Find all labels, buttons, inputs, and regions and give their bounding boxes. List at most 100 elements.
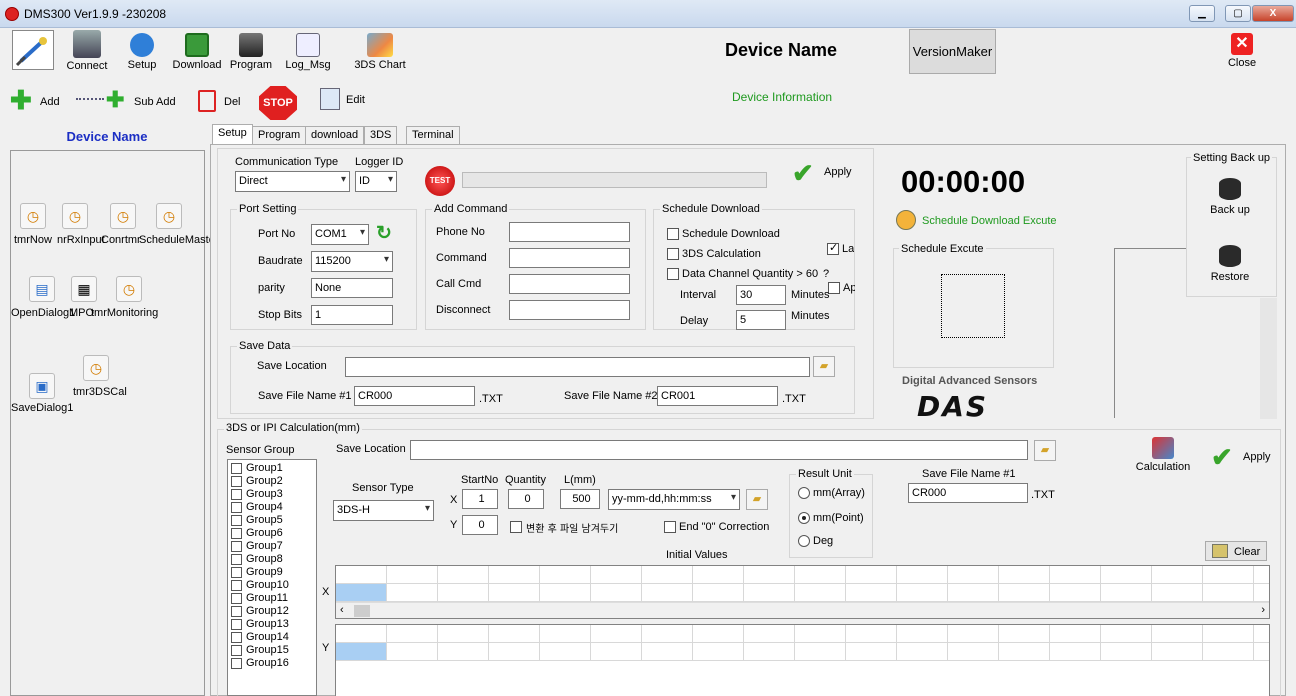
grid-cell[interactable]: [1152, 643, 1203, 661]
sensor-group-checkbox[interactable]: [231, 645, 242, 656]
grid-cell[interactable]: [999, 643, 1050, 661]
end-correction-checkbox[interactable]: [664, 521, 676, 533]
scroll-thumb[interactable]: [354, 605, 370, 617]
stop-bits-field[interactable]: [311, 305, 393, 325]
folder-icon[interactable]: ▰: [813, 356, 835, 377]
grid-cell[interactable]: [897, 566, 948, 584]
grid-cell[interactable]: [387, 625, 438, 643]
sensor-group-checkbox[interactable]: [231, 489, 242, 500]
grid-cell[interactable]: [489, 584, 540, 602]
grid-cell[interactable]: [897, 625, 948, 643]
grid-cell[interactable]: [387, 643, 438, 661]
grid-cell[interactable]: [1152, 584, 1203, 602]
grid-cell[interactable]: [999, 625, 1050, 643]
mpo-icon[interactable]: ▦: [71, 276, 97, 302]
sensor-group-checkbox[interactable]: [231, 554, 242, 565]
tab-download[interactable]: download: [305, 126, 365, 144]
stop-button[interactable]: STOP: [259, 86, 297, 120]
calculation-button[interactable]: Calculation: [1135, 437, 1191, 477]
grid-cell[interactable]: [846, 584, 897, 602]
download-button[interactable]: Download: [170, 30, 224, 71]
grid-cell[interactable]: [1254, 566, 1269, 584]
grid-cell[interactable]: [846, 566, 897, 584]
grid-cell[interactable]: [1101, 584, 1152, 602]
grid-cell[interactable]: [948, 625, 999, 643]
grid-cell[interactable]: [336, 625, 387, 643]
tab-setup[interactable]: Setup: [212, 124, 253, 145]
sensor-group-checkbox[interactable]: [231, 567, 242, 578]
grid-cell[interactable]: [1203, 643, 1254, 661]
x-grid-horizontal-scrollbar[interactable]: ‹ ›: [336, 602, 1269, 618]
grid-cell[interactable]: [540, 584, 591, 602]
log-msg-button[interactable]: Log_Msg: [282, 30, 334, 71]
program-button[interactable]: Program: [228, 30, 274, 71]
help-mark[interactable]: ?: [823, 268, 829, 280]
grid-cell[interactable]: [795, 566, 846, 584]
save-file1-field[interactable]: [354, 386, 475, 406]
sensor-group-checkbox[interactable]: [231, 541, 242, 552]
save-file2-field[interactable]: [657, 386, 778, 406]
grid-cell[interactable]: [642, 625, 693, 643]
grid-cell[interactable]: [540, 625, 591, 643]
3ds-chart-button[interactable]: 3DS Chart: [350, 30, 410, 71]
grid-cell[interactable]: [591, 566, 642, 584]
grid-cell[interactable]: [897, 643, 948, 661]
calc-save-file-field[interactable]: [908, 483, 1028, 503]
grid-cell[interactable]: [795, 643, 846, 661]
clear-button[interactable]: Clear: [1205, 541, 1267, 561]
grid-cell[interactable]: [744, 584, 795, 602]
last-checkbox[interactable]: [827, 241, 839, 255]
initial-values-y-grid[interactable]: [335, 624, 1270, 696]
save-dialog-icon[interactable]: ▣: [29, 373, 55, 399]
y-startno-field[interactable]: [462, 515, 498, 535]
deg-radio[interactable]: [798, 535, 810, 547]
tab-3ds[interactable]: 3DS: [364, 126, 398, 144]
grid-cell[interactable]: [438, 625, 489, 643]
sensor-group-checkbox[interactable]: [231, 606, 242, 617]
grid-cell[interactable]: [1203, 584, 1254, 602]
maximize-button[interactable]: ▢: [1225, 5, 1251, 22]
sensor-group-checkbox[interactable]: [231, 658, 242, 669]
grid-cell[interactable]: [387, 584, 438, 602]
tab-program[interactable]: Program: [252, 126, 307, 144]
grid-cell[interactable]: [999, 566, 1050, 584]
grid-cell[interactable]: [336, 566, 387, 584]
grid-cell[interactable]: [438, 566, 489, 584]
phone-no-field[interactable]: [509, 222, 630, 242]
grid-cell[interactable]: [642, 566, 693, 584]
sensor-group-checkbox[interactable]: [231, 632, 242, 643]
mm-point-radio[interactable]: [798, 512, 810, 524]
grid-cell[interactable]: [744, 566, 795, 584]
connect-button[interactable]: Connect: [64, 30, 110, 72]
grid-cell[interactable]: [999, 584, 1050, 602]
timer-icon[interactable]: ◷: [62, 203, 88, 229]
grid-cell[interactable]: [336, 584, 387, 602]
scroll-left-arrow[interactable]: ‹: [340, 604, 344, 616]
refresh-icon[interactable]: ↻: [376, 222, 392, 245]
sensor-group-checkbox[interactable]: [231, 502, 242, 513]
grid-cell[interactable]: [846, 643, 897, 661]
grid-cell[interactable]: [438, 643, 489, 661]
window-close-button[interactable]: X: [1252, 5, 1294, 22]
interval-field[interactable]: [736, 285, 786, 305]
grid-cell[interactable]: [795, 584, 846, 602]
sub-add-button[interactable]: ✚ Sub Add: [76, 87, 176, 113]
sensor-group-checkbox[interactable]: [231, 528, 242, 539]
grid-cell[interactable]: [897, 584, 948, 602]
minimize-button[interactable]: ▁: [1189, 5, 1215, 22]
grid-cell[interactable]: [540, 643, 591, 661]
calc-save-location-field[interactable]: [410, 440, 1028, 460]
schedule-download-execute-link[interactable]: Schedule Download Excute: [922, 215, 1057, 227]
grid-cell[interactable]: [336, 643, 387, 661]
connect-plug-button[interactable]: [12, 30, 54, 70]
timer-icon[interactable]: ◷: [83, 355, 109, 381]
logger-id-select[interactable]: ID ▾: [355, 171, 397, 192]
sensor-group-checkbox[interactable]: [231, 476, 242, 487]
sensor-group-checkbox[interactable]: [231, 515, 242, 526]
grid-cell[interactable]: [642, 584, 693, 602]
grid-cell[interactable]: [438, 584, 489, 602]
delete-button[interactable]: Del: [198, 90, 244, 114]
grid-cell[interactable]: [693, 643, 744, 661]
calc-folder-icon[interactable]: ▰: [1034, 440, 1056, 461]
sensor-group-checkbox[interactable]: [231, 619, 242, 630]
